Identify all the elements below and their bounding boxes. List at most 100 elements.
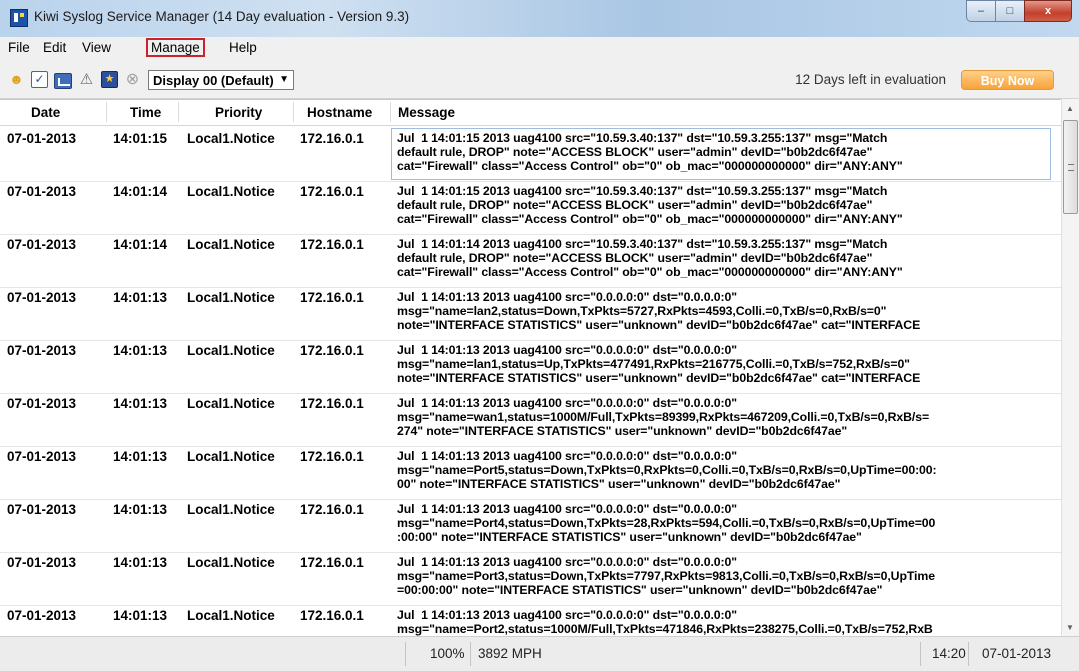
cell-priority: Local1.Notice — [187, 608, 275, 623]
display-select[interactable]: Display 00 (Default) ▼ — [148, 70, 294, 90]
cell-message: Jul 1 14:01:14 2013 uag4100 src="10.59.3… — [397, 237, 903, 279]
scroll-up-icon[interactable]: ▲ — [1066, 104, 1074, 113]
message-grid[interactable]: Date Time Priority Hostname Message 07-0… — [0, 99, 1061, 637]
cell-time: 14:01:13 — [113, 502, 168, 517]
cell-date: 07-01-2013 — [7, 396, 77, 411]
menu-file[interactable]: File — [5, 40, 33, 55]
chart-icon[interactable] — [54, 73, 72, 89]
evaluation-text: 12 Days left in evaluation — [795, 72, 946, 87]
table-row[interactable]: 07-01-2013 14:01:13 Local1.Notice 172.16.0.… — [0, 444, 1061, 500]
cell-message: Jul 1 14:01:13 2013 uag4100 src="0.0.0.0… — [397, 555, 935, 597]
column-header-message[interactable]: Message — [398, 105, 455, 120]
stop-icon[interactable]: ⊗ — [124, 71, 141, 88]
checkbox-icon[interactable]: ✓ — [31, 71, 48, 88]
cell-date: 07-01-2013 — [7, 343, 77, 358]
cell-hostname: 172.16.0.1 — [300, 396, 364, 411]
cell-date: 07-01-2013 — [7, 502, 77, 517]
cell-time: 14:01:13 — [113, 396, 168, 411]
table-row[interactable]: 07-01-2013 14:01:15 Local1.Notice 172.16.0.… — [0, 126, 1061, 182]
vertical-scrollbar[interactable]: ▲ ▼ — [1061, 99, 1079, 636]
cell-hostname: 172.16.0.1 — [300, 184, 364, 199]
cell-time: 14:01:15 — [113, 131, 168, 146]
cell-message: Jul 1 14:01:13 2013 uag4100 src="0.0.0.0… — [397, 449, 937, 491]
cell-time: 14:01:13 — [113, 343, 168, 358]
cell-hostname: 172.16.0.1 — [300, 290, 364, 305]
cell-date: 07-01-2013 — [7, 290, 77, 305]
menu-help[interactable]: Help — [226, 40, 260, 55]
minimize-button[interactable]: – — [966, 0, 996, 22]
cell-priority: Local1.Notice — [187, 131, 275, 146]
table-row[interactable]: 07-01-2013 14:01:13 Local1.Notice 172.16.0.… — [0, 285, 1061, 341]
cell-priority: Local1.Notice — [187, 396, 275, 411]
cell-priority: Local1.Notice — [187, 502, 275, 517]
scrollbar-thumb[interactable] — [1063, 120, 1078, 214]
status-rate: 3892 MPH — [478, 646, 542, 661]
cell-message: Jul 1 14:01:15 2013 uag4100 src="10.59.3… — [397, 184, 903, 226]
cell-message: Jul 1 14:01:13 2013 uag4100 src="0.0.0.0… — [397, 343, 921, 385]
window-controls: – □ x — [966, 0, 1072, 22]
cell-time: 14:01:13 — [113, 555, 168, 570]
menu-view[interactable]: View — [79, 40, 114, 55]
table-row[interactable]: 07-01-2013 14:01:13 Local1.Notice 172.16.0.… — [0, 603, 1061, 637]
cell-time: 14:01:14 — [113, 237, 168, 252]
grid-header: Date Time Priority Hostname Message — [0, 100, 1061, 126]
app-icon[interactable] — [10, 9, 28, 27]
cell-time: 14:01:14 — [113, 184, 168, 199]
cell-hostname: 172.16.0.1 — [300, 555, 364, 570]
column-header-hostname[interactable]: Hostname — [307, 105, 372, 120]
cell-priority: Local1.Notice — [187, 184, 275, 199]
display-select-value: Display 00 (Default) — [153, 73, 274, 88]
cell-priority: Local1.Notice — [187, 237, 275, 252]
cell-time: 14:01:13 — [113, 290, 168, 305]
cell-date: 07-01-2013 — [7, 131, 77, 146]
cell-hostname: 172.16.0.1 — [300, 131, 364, 146]
cell-hostname: 172.16.0.1 — [300, 237, 364, 252]
cell-message: Jul 1 14:01:13 2013 uag4100 src="0.0.0.0… — [397, 608, 933, 637]
table-row[interactable]: 07-01-2013 14:01:13 Local1.Notice 172.16.0.… — [0, 338, 1061, 394]
menu-bar: File Edit View Manage Help — [0, 37, 1079, 60]
maximize-button[interactable]: □ — [995, 0, 1025, 22]
cell-message: Jul 1 14:01:13 2013 uag4100 src="0.0.0.0… — [397, 290, 921, 332]
cell-date: 07-01-2013 — [7, 608, 77, 623]
cell-hostname: 172.16.0.1 — [300, 608, 364, 623]
cell-message: Jul 1 14:01:13 2013 uag4100 src="0.0.0.0… — [397, 396, 930, 438]
cell-priority: Local1.Notice — [187, 343, 275, 358]
table-row[interactable]: 07-01-2013 14:01:13 Local1.Notice 172.16.0.… — [0, 497, 1061, 553]
cell-message: Jul 1 14:01:13 2013 uag4100 src="0.0.0.0… — [397, 502, 936, 544]
scroll-down-icon[interactable]: ▼ — [1066, 623, 1074, 632]
window-title: Kiwi Syslog Service Manager (14 Day eval… — [34, 9, 410, 24]
status-time: 14:20 — [932, 646, 966, 661]
cell-date: 07-01-2013 — [7, 184, 77, 199]
column-header-time[interactable]: Time — [130, 105, 161, 120]
status-bar: 100% 3892 MPH 14:20 07-01-2013 — [0, 636, 1079, 671]
cell-hostname: 172.16.0.1 — [300, 502, 364, 517]
column-header-date[interactable]: Date — [31, 105, 60, 120]
status-date: 07-01-2013 — [982, 646, 1052, 661]
cell-priority: Local1.Notice — [187, 449, 275, 464]
table-row[interactable]: 07-01-2013 14:01:14 Local1.Notice 172.16.0.… — [0, 179, 1061, 235]
cell-priority: Local1.Notice — [187, 290, 275, 305]
status-zoom: 100% — [430, 646, 465, 661]
table-row[interactable]: 07-01-2013 14:01:14 Local1.Notice 172.16.0.… — [0, 232, 1061, 288]
cell-priority: Local1.Notice — [187, 555, 275, 570]
user-icon[interactable]: ☻ — [8, 71, 25, 88]
cell-time: 14:01:13 — [113, 608, 168, 623]
table-row[interactable]: 07-01-2013 14:01:13 Local1.Notice 172.16.0.… — [0, 391, 1061, 447]
cell-hostname: 172.16.0.1 — [300, 449, 364, 464]
column-header-priority[interactable]: Priority — [215, 105, 262, 120]
chevron-down-icon: ▼ — [279, 74, 289, 85]
cell-date: 07-01-2013 — [7, 449, 77, 464]
cell-date: 07-01-2013 — [7, 237, 77, 252]
title-bar: Kiwi Syslog Service Manager (14 Day eval… — [0, 0, 1079, 38]
table-row[interactable]: 07-01-2013 14:01:13 Local1.Notice 172.16.0.… — [0, 550, 1061, 606]
blue-app-icon[interactable]: ★ — [101, 71, 118, 88]
menu-edit[interactable]: Edit — [40, 40, 69, 55]
cell-message: Jul 1 14:01:15 2013 uag4100 src="10.59.3… — [397, 131, 903, 173]
toolbar: ☻ ✓ ⚠ ★ ⊗ Display 00 (Default) ▼ 12 Days… — [0, 60, 1079, 99]
close-button[interactable]: x — [1024, 0, 1072, 22]
cell-hostname: 172.16.0.1 — [300, 343, 364, 358]
cell-time: 14:01:13 — [113, 449, 168, 464]
buy-now-button[interactable]: Buy Now — [961, 70, 1054, 90]
menu-manage[interactable]: Manage — [146, 38, 205, 57]
warning-icon[interactable]: ⚠ — [78, 71, 95, 88]
